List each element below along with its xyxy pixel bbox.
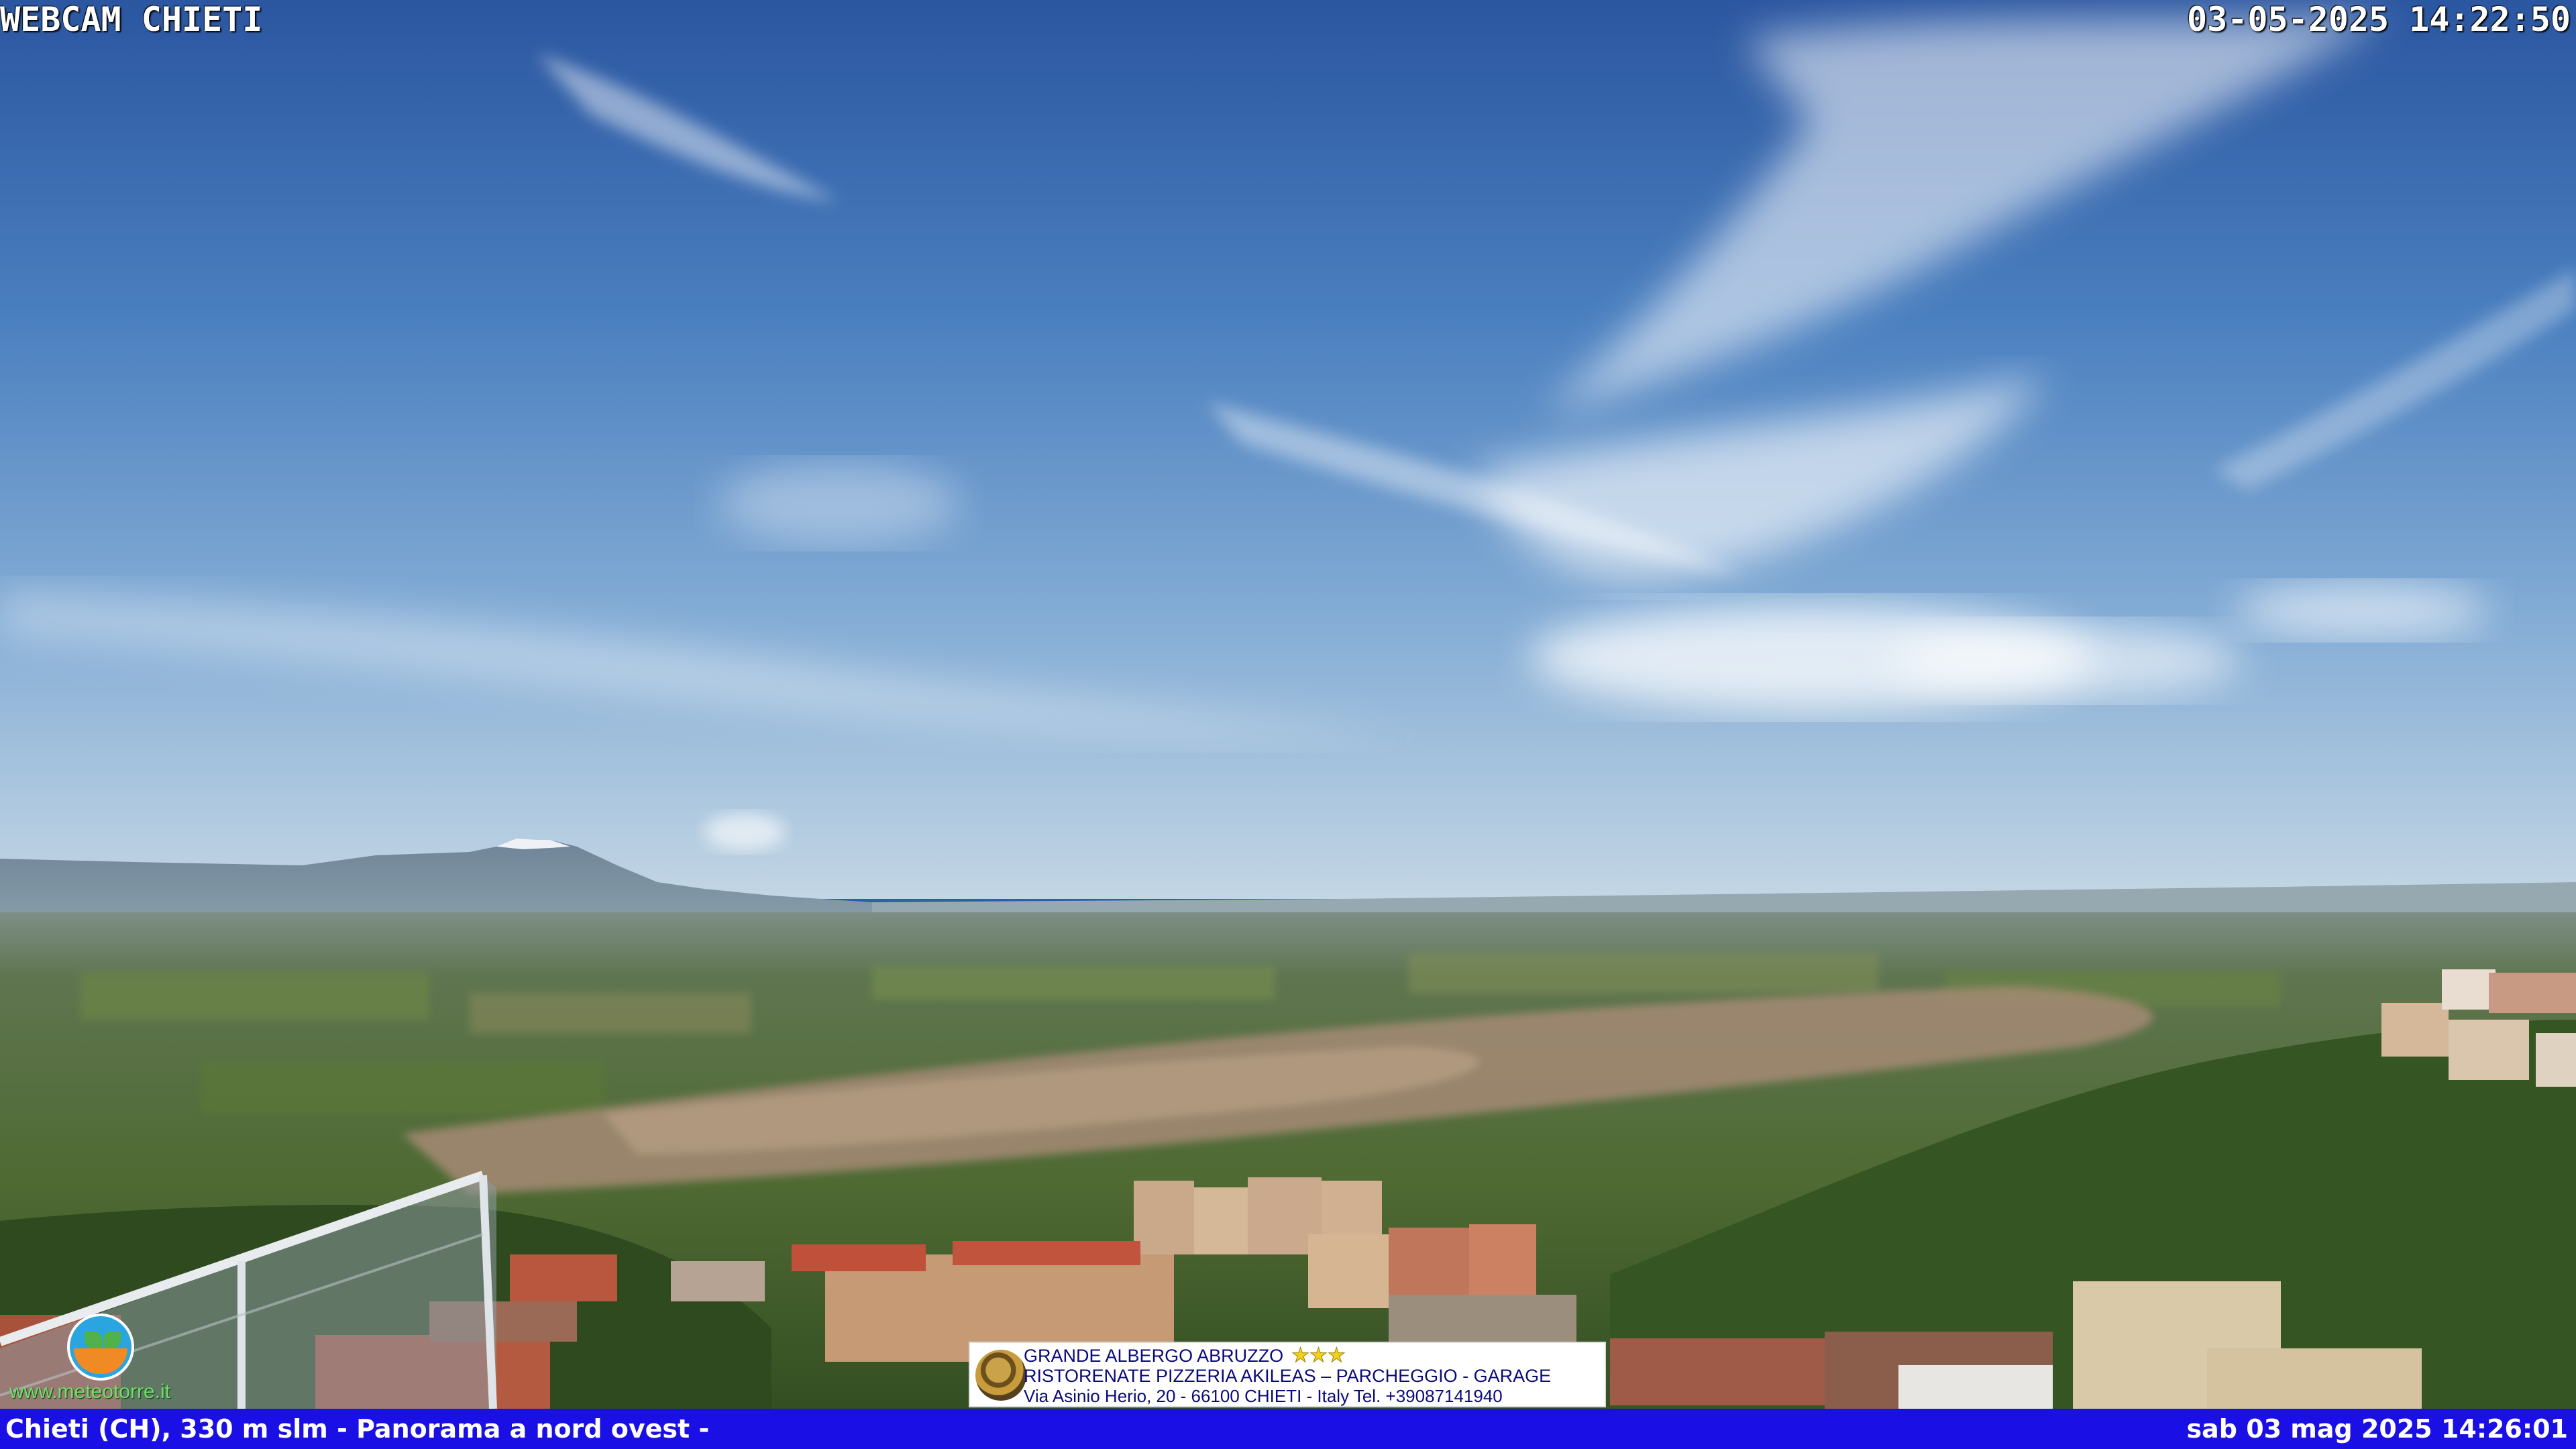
webcam-timestamp: 03-05-2025 14:22:50 [2187, 0, 2571, 39]
logo-url: www.meteotorre.it [9, 1381, 171, 1403]
webcam-panorama-image [0, 0, 2576, 1449]
meteotorre-logo-icon [67, 1313, 134, 1381]
date-caption: sab 03 mag 2025 14:26:01 [2186, 1414, 2569, 1444]
ad-hotel-name-text: GRANDE ALBERGO ABRUZZO [1024, 1346, 1284, 1366]
caption-bar: Chieti (CH), 330 m slm - Panorama a nord… [0, 1409, 2576, 1449]
hotel-ad-banner: GRANDE ALBERGO ABRUZZO ★★★ RISTORENATE PI… [969, 1342, 1606, 1407]
ad-address: Via Asinio Herio, 20 - 66100 CHIETI - It… [1024, 1386, 1503, 1406]
ad-hotel-name: GRANDE ALBERGO ABRUZZO ★★★ [1024, 1344, 1346, 1366]
ad-services: RISTORENATE PIZZERIA AKILEAS – PARCHEGGI… [1024, 1366, 1552, 1386]
location-caption: Chieti (CH), 330 m slm - Panorama a nord… [5, 1414, 710, 1444]
hotel-crest-icon [975, 1350, 1026, 1401]
webcam-title: WEBCAM CHIETI [0, 0, 263, 39]
ad-stars: ★★★ [1291, 1344, 1346, 1366]
